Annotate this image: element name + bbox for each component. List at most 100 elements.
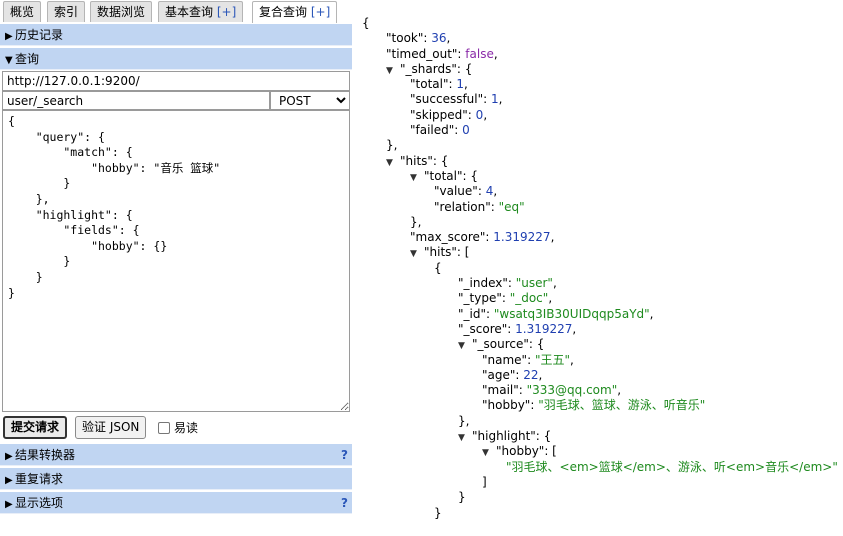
section-result-transformer[interactable]: ▶ 结果转换器 ? [0,444,352,466]
pretty-print-checkbox-wrap[interactable]: 易读 [158,419,198,436]
json-number: 22 [523,367,539,382]
section-query[interactable]: ▼ 查询 [0,48,352,70]
help-icon[interactable]: ? [341,492,348,514]
json-key: "highlight": { [472,429,552,444]
json-comma: , [493,46,498,61]
json-number: 36 [431,31,447,46]
json-line: { [362,16,842,31]
json-comma: , [498,92,503,107]
json-number: 0 [462,123,470,138]
json-comma: , [552,276,557,291]
pretty-print-label: 易读 [174,421,199,435]
json-line: ▼ "hits": [ [362,245,842,260]
json-key: "failed": [410,123,463,138]
json-key: "took": [386,31,432,46]
json-bracket: ] [482,474,487,489]
json-line: }, [362,414,842,429]
json-comma: , [572,321,577,336]
collapse-toggle-icon[interactable]: ▼ [458,431,472,446]
json-string: "羽毛球、篮球、游泳、听音乐" [538,398,706,413]
section-repeat-request[interactable]: ▶ 重复请求 [0,468,352,490]
tab-indices[interactable]: 索引 [47,1,86,22]
url-input[interactable] [2,71,350,91]
request-body-textarea[interactable]: { "query": { "match": { "hobby": "音乐 篮球"… [2,110,350,412]
json-line: "_id": "wsatq3IB30UIDqqp5aYd", [362,307,842,322]
section-repeat-request-label: 重复请求 [15,472,64,486]
json-line: } [362,506,842,521]
tab-plus[interactable]: [+] [311,5,330,19]
json-comma: , [569,352,574,367]
json-key: "successful": [410,92,491,107]
json-comma: , [493,184,498,199]
json-line: "timed_out": false, [362,47,842,62]
collapse-toggle-icon[interactable]: ▼ [386,64,400,79]
json-line: ▼ "hobby": [ [362,444,842,459]
validate-json-button[interactable]: 验证 JSON [75,416,147,439]
json-brace: { [434,260,442,275]
tab-browser[interactable]: 数据浏览 [90,1,153,22]
json-line: ] [362,475,842,490]
json-line: "value": 4, [362,184,842,199]
json-number: 1.319227 [515,321,573,336]
json-key: "_index": [458,276,516,291]
json-comma: , [483,107,488,122]
json-line: ▼ "hits": { [362,154,842,169]
json-key: "skipped": [410,107,476,122]
json-key: "hits": { [400,153,449,168]
json-key: "age": [482,367,524,382]
json-number: 1 [491,92,499,107]
section-history-label: 历史记录 [15,28,64,42]
pretty-print-checkbox[interactable] [158,421,170,434]
json-string: "user" [515,276,553,291]
section-history[interactable]: ▶ 历史记录 [0,24,352,46]
json-key: "total": { [424,168,478,183]
json-line: "failed": 0 [362,123,842,138]
tab-basic-query[interactable]: 基本查询 [+] [158,1,244,22]
json-brace: } [458,490,466,505]
json-line: }, [362,215,842,230]
json-string: "333@qq.com" [526,383,618,398]
collapse-toggle-icon[interactable]: ▼ [410,171,424,186]
json-comma: , [649,306,654,321]
json-comma: , [463,77,468,92]
collapse-toggle-icon[interactable]: ▼ [410,247,424,262]
json-line: "_index": "user", [362,276,842,291]
tab-label: 数据浏览 [97,5,146,19]
json-line: "name": "王五", [362,353,842,368]
json-line: "_type": "_doc", [362,291,842,306]
json-string: "_doc" [509,291,549,306]
json-comma: , [548,291,553,306]
help-icon[interactable]: ? [341,444,348,466]
json-line: "total": 1, [362,77,842,92]
collapse-toggle-icon[interactable]: ▼ [458,339,472,354]
json-number: 1 [456,77,464,92]
tab-compound-query[interactable]: 复合查询 [+] [252,1,338,23]
tab-plus[interactable]: [+] [217,5,236,19]
json-brace: }, [458,413,470,428]
json-line: "mail": "333@qq.com", [362,383,842,398]
method-select[interactable]: POST [270,91,350,110]
json-line: "took": 36, [362,31,842,46]
json-line: "successful": 1, [362,92,842,107]
collapse-toggle-icon[interactable]: ▼ [386,156,400,171]
tab-overview[interactable]: 概览 [3,1,42,22]
path-input[interactable] [2,91,270,110]
json-key: "_source": { [472,337,545,352]
json-brace: }, [410,214,422,229]
json-key: "_shards": { [400,61,473,76]
submit-request-button[interactable]: 提交请求 [3,416,68,439]
triangle-right-icon: ▶ [5,451,13,462]
json-key: "_score": [458,321,516,336]
section-query-label: 查询 [15,52,40,66]
json-boolean: false [465,46,494,61]
json-line: "hobby": "羽毛球、篮球、游泳、听音乐" [362,398,842,413]
collapse-toggle-icon[interactable]: ▼ [482,446,496,461]
json-line: ▼ "total": { [362,169,842,184]
triangle-right-icon: ▶ [5,475,13,486]
section-result-transformer-label: 结果转换器 [15,448,76,462]
json-brace: }, [386,138,398,153]
json-line: { [362,261,842,276]
section-display-options[interactable]: ▶ 显示选项 ? [0,492,352,514]
json-key: "_type": [458,291,510,306]
json-number: 1.319227 [493,230,551,245]
